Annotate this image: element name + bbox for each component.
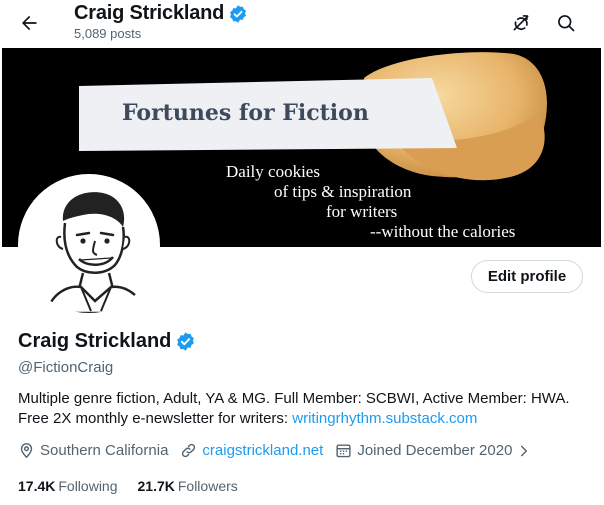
following-label: Following: [58, 478, 118, 494]
avatar-caricature-drawing: [21, 177, 157, 313]
header-title-group: Craig Strickland 5,089 posts: [74, 2, 248, 41]
followers-count: 21.7K: [137, 478, 175, 494]
search-button[interactable]: [549, 6, 583, 40]
profile-header-bar: Craig Strickland 5,089 posts: [0, 0, 604, 48]
location-item: Southern California: [18, 442, 168, 459]
verified-badge-icon: [230, 4, 247, 23]
profile-handle: @FictionCraig: [18, 359, 114, 376]
post-count: 5,089 posts: [74, 26, 142, 41]
followers-label: Followers: [177, 478, 238, 494]
no-notifications-icon: [513, 15, 529, 31]
profile-meta-row: Southern California craigstrickland.net …: [18, 442, 531, 459]
following-count: 17.4K: [18, 478, 56, 494]
banner-line-4: --without the calories: [370, 222, 515, 241]
header-title: Craig Strickland: [74, 2, 225, 24]
location-text: Southern California: [40, 442, 169, 459]
website-item: craigstrickland.net: [180, 442, 323, 459]
link-icon: [182, 443, 196, 458]
notifications-toggle-button[interactable]: [504, 6, 538, 40]
banner-line-3: for writers: [326, 202, 397, 221]
following-link[interactable]: 17.4K Following: [18, 478, 118, 494]
joined-item[interactable]: Joined December 2020: [335, 442, 531, 459]
profile-name-row: Craig Strickland: [18, 330, 196, 353]
profile-name: Craig Strickland: [18, 330, 172, 352]
follow-stats: 17.4K Following 21.7K Followers: [18, 478, 258, 494]
back-button[interactable]: [12, 6, 46, 40]
banner-line-1: Daily cookies: [226, 162, 320, 181]
back-arrow-icon: [22, 15, 37, 31]
banner-heading: Fortunes for Fiction: [122, 100, 369, 126]
website-link[interactable]: craigstrickland.net: [202, 442, 323, 459]
calendar-icon: [336, 444, 351, 458]
profile-bio: Multiple genre fiction, Adult, YA & MG. …: [18, 389, 598, 429]
search-icon: [558, 15, 575, 32]
location-pin-icon: [20, 443, 33, 459]
avatar[interactable]: [18, 174, 160, 316]
followers-link[interactable]: 21.7K Followers: [138, 478, 238, 494]
chevron-right-icon: [521, 445, 528, 456]
bio-link[interactable]: writingrhythm.substack.com: [292, 410, 477, 427]
edit-profile-button[interactable]: Edit profile: [471, 260, 583, 293]
banner-line-2: of tips & inspiration: [274, 182, 412, 201]
joined-text: Joined December 2020: [357, 442, 513, 459]
verified-badge-icon[interactable]: [175, 331, 196, 352]
